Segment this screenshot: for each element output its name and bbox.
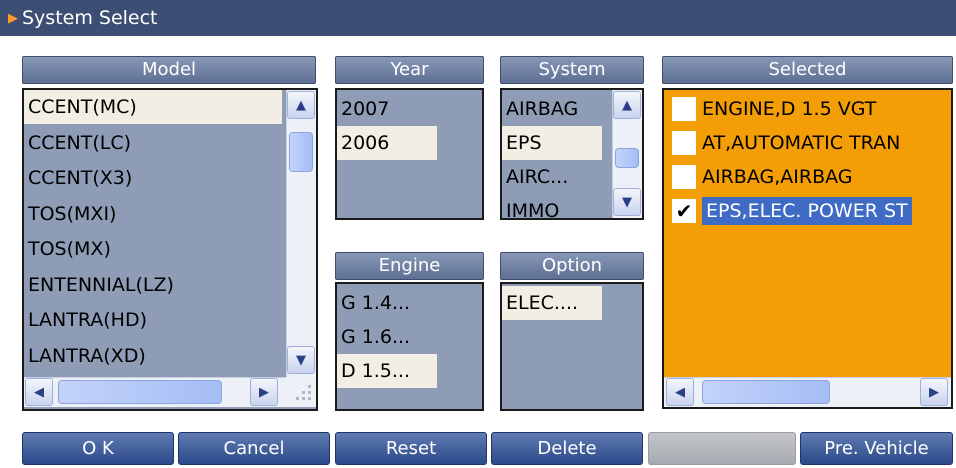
selected-list-item[interactable]: ✔ EPS,ELEC. POWER ST xyxy=(664,194,912,228)
selected-horizontal-scrollbar[interactable]: ◀ ▶ xyxy=(664,377,951,407)
year-list-item[interactable]: 2007 xyxy=(337,92,437,126)
model-list-item[interactable]: TOS(MXI) xyxy=(24,197,282,231)
system-list-item[interactable]: AIRC... xyxy=(502,160,602,194)
checkbox[interactable] xyxy=(672,131,696,155)
title-bar: ▶ System Select xyxy=(0,0,956,36)
pre-vehicle-button[interactable]: Pre. Vehicle xyxy=(800,432,953,465)
selected-list-item[interactable]: AIRBAG,AIRBAG xyxy=(664,160,853,194)
year-list[interactable]: 2007 2006 xyxy=(335,88,484,220)
engine-list-item[interactable]: G 1.4... xyxy=(337,286,437,320)
year-list-item[interactable]: 2006 xyxy=(337,126,437,160)
system-vertical-scrollbar[interactable]: ▲ ▼ xyxy=(612,90,642,218)
chevron-down-icon[interactable]: ▼ xyxy=(287,346,315,374)
header-model: Model xyxy=(22,56,316,84)
engine-list-item[interactable]: G 1.6... xyxy=(337,320,437,354)
selected-item-label: EPS,ELEC. POWER ST xyxy=(702,197,912,225)
model-vertical-scrollbar[interactable]: ▲ ▼ xyxy=(286,90,316,377)
cancel-button[interactable]: Cancel xyxy=(178,432,330,465)
resize-grip-icon[interactable] xyxy=(286,377,316,407)
system-list-item[interactable]: IMMO xyxy=(502,194,602,218)
model-list-item[interactable]: CCENT(X3) xyxy=(24,161,282,195)
header-option: Option xyxy=(500,252,644,280)
model-list-item[interactable]: LANTRA(XD) xyxy=(24,339,282,373)
delete-button[interactable]: Delete xyxy=(491,432,643,465)
model-horizontal-scroll-thumb[interactable] xyxy=(58,380,222,404)
checkmark-icon: ✔ xyxy=(675,199,693,223)
checkbox[interactable] xyxy=(672,165,696,189)
selected-item-label: AT,AUTOMATIC TRAN xyxy=(702,132,901,154)
chevron-down-icon[interactable]: ▼ xyxy=(613,188,641,216)
checkbox[interactable] xyxy=(672,97,696,121)
ok-button[interactable]: O K xyxy=(22,432,174,465)
option-list-item[interactable]: ELEC.... xyxy=(502,286,602,320)
chevron-left-icon[interactable]: ◀ xyxy=(666,378,694,406)
engine-list-item[interactable]: D 1.5... xyxy=(337,354,437,388)
header-engine: Engine xyxy=(335,252,484,280)
model-list-item[interactable]: CCENT(LC) xyxy=(24,126,282,160)
chevron-left-icon[interactable]: ◀ xyxy=(25,378,53,406)
chevron-up-icon[interactable]: ▲ xyxy=(287,91,315,119)
model-list-item[interactable]: TOS(MX) xyxy=(24,232,282,266)
model-vertical-scroll-thumb[interactable] xyxy=(289,132,313,172)
header-year: Year xyxy=(335,56,484,84)
chevron-up-icon[interactable]: ▲ xyxy=(613,91,641,119)
selected-item-label: ENGINE,D 1.5 VGT xyxy=(702,98,877,120)
system-list-item[interactable]: EPS xyxy=(502,126,602,160)
selected-list[interactable]: ENGINE,D 1.5 VGT AT,AUTOMATIC TRAN AIRBAG,… xyxy=(662,88,953,409)
selected-item-label: AIRBAG,AIRBAG xyxy=(702,166,853,188)
chevron-right-icon[interactable]: ▶ xyxy=(250,378,278,406)
model-list[interactable]: CCENT(MC) CCENT(LC) CCENT(X3) TOS(MXI) TOS(M… xyxy=(22,88,318,411)
selected-list-item[interactable]: AT,AUTOMATIC TRAN xyxy=(664,126,900,160)
blank-disabled-button xyxy=(648,432,796,465)
model-list-item[interactable]: ENTENNIAL(LZ) xyxy=(24,268,282,302)
chevron-right-icon[interactable]: ▶ xyxy=(920,378,948,406)
model-list-item[interactable]: LANTRA(HD) xyxy=(24,303,282,337)
system-list[interactable]: AIRBAG EPS AIRC... IMMO ▲ ▼ xyxy=(500,88,644,220)
header-selected: Selected xyxy=(662,56,953,84)
selected-horizontal-scroll-thumb[interactable] xyxy=(702,380,830,404)
model-horizontal-scrollbar[interactable]: ◀ ▶ xyxy=(24,377,286,407)
engine-list[interactable]: G 1.4... G 1.6... D 1.5... xyxy=(335,282,484,411)
checkbox[interactable]: ✔ xyxy=(672,199,696,223)
header-system: System xyxy=(500,56,644,84)
system-vertical-scroll-thumb[interactable] xyxy=(615,148,639,168)
triangle-right-icon: ▶ xyxy=(8,10,18,26)
reset-button[interactable]: Reset xyxy=(335,432,487,465)
system-list-item[interactable]: AIRBAG xyxy=(502,92,602,126)
option-list[interactable]: ELEC.... xyxy=(500,282,644,411)
model-list-item[interactable]: CCENT(MC) xyxy=(24,90,282,124)
window-title: System Select xyxy=(22,7,158,29)
selected-list-item[interactable]: ENGINE,D 1.5 VGT xyxy=(664,92,876,126)
